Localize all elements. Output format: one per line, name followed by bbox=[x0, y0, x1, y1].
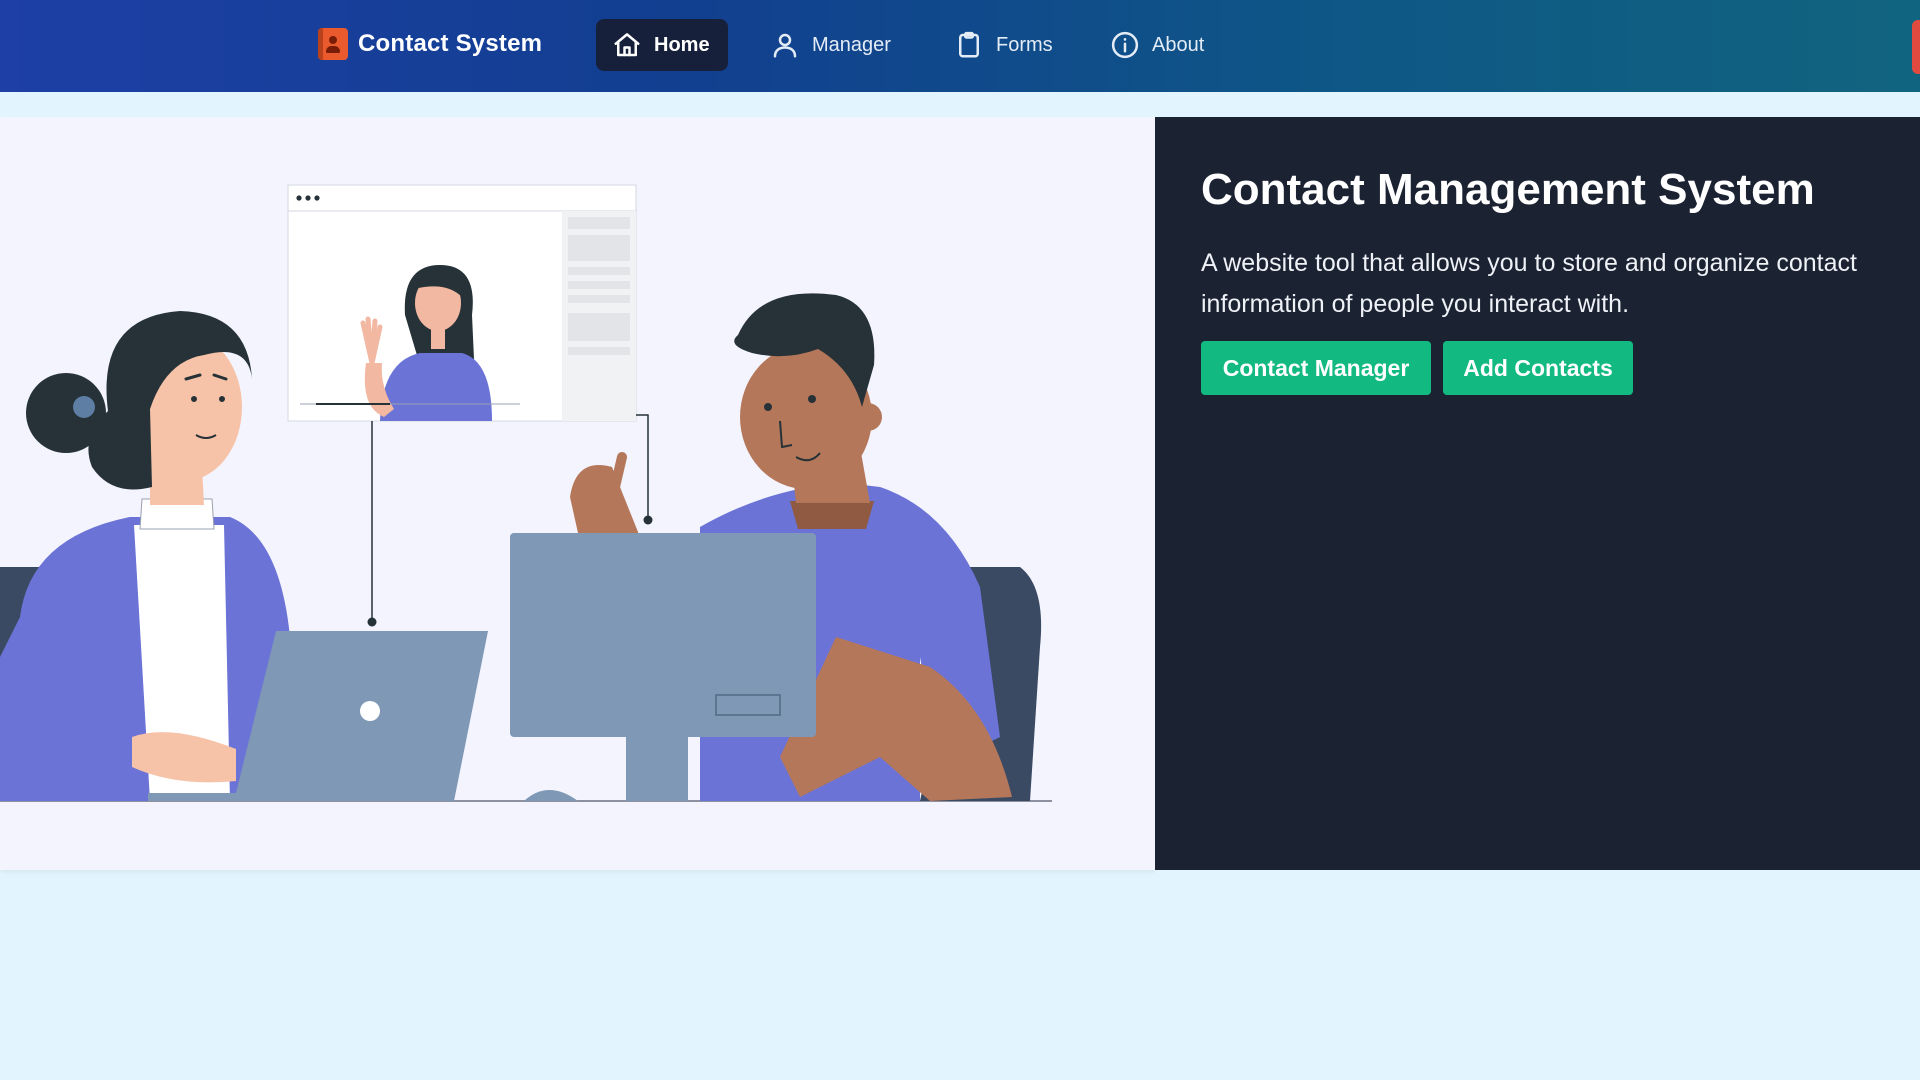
home-icon bbox=[614, 33, 640, 57]
hero-title: Contact Management System bbox=[1201, 165, 1815, 214]
user-icon bbox=[773, 33, 797, 58]
nav-home[interactable]: Home bbox=[596, 19, 728, 71]
top-navbar: Contact System Home Manager Forms About bbox=[0, 0, 1920, 92]
brand-link[interactable]: Contact System bbox=[318, 28, 542, 60]
nav-about[interactable]: About bbox=[1094, 19, 1220, 71]
offscreen-button[interactable] bbox=[1912, 20, 1920, 74]
add-contacts-button[interactable]: Add Contacts bbox=[1443, 341, 1633, 395]
nav-manager-label: Manager bbox=[812, 33, 891, 56]
hero-illustration-panel bbox=[0, 117, 1155, 870]
contact-manager-button[interactable]: Contact Manager bbox=[1201, 341, 1431, 395]
nav-forms[interactable]: Forms bbox=[938, 19, 1069, 71]
nav-manager[interactable]: Manager bbox=[754, 19, 907, 71]
hero-content-panel: Contact Management System A website tool… bbox=[1155, 117, 1920, 870]
video-call-illustration bbox=[0, 184, 1052, 802]
nav-about-label: About bbox=[1152, 33, 1205, 56]
hero-description: A website tool that allows you to store … bbox=[1201, 249, 1857, 318]
nav-forms-label: Forms bbox=[996, 33, 1053, 56]
contact-book-icon bbox=[318, 28, 348, 60]
video-window bbox=[287, 184, 637, 422]
brand-name: Contact System bbox=[358, 30, 543, 57]
nav-home-label: Home bbox=[654, 33, 710, 56]
info-icon bbox=[1111, 31, 1139, 59]
clipboard-icon bbox=[959, 31, 979, 58]
